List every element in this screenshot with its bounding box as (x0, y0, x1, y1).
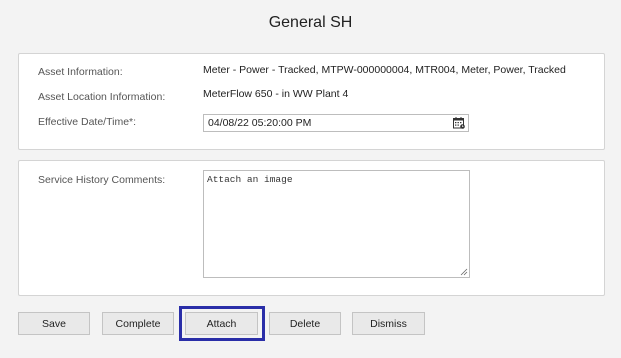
effective-date-input[interactable] (208, 116, 438, 130)
asset-info-panel: Asset Information: Meter - Power - Track… (18, 53, 605, 150)
service-history-comments-input[interactable]: Attach an image (207, 174, 462, 270)
dismiss-button[interactable]: Dismiss (352, 312, 425, 335)
complete-button[interactable]: Complete (102, 312, 174, 335)
asset-information-value: Meter - Power - Tracked, MTPW-000000004,… (203, 64, 566, 76)
attach-button-highlight (179, 306, 265, 341)
effective-date-label: Effective Date/Time*: (38, 116, 137, 128)
save-button[interactable]: Save (18, 312, 90, 335)
asset-location-label: Asset Location Information: (38, 91, 166, 103)
service-history-comments-label: Service History Comments: (38, 174, 166, 186)
effective-date-field[interactable] (203, 114, 469, 132)
page-title: General SH (268, 14, 353, 31)
resize-grip-icon[interactable] (460, 268, 468, 276)
asset-location-value: MeterFlow 650 - in WW Plant 4 (203, 88, 349, 100)
calendar-icon[interactable] (453, 117, 465, 129)
asset-information-label: Asset Information: (38, 66, 123, 78)
delete-button[interactable]: Delete (269, 312, 341, 335)
service-history-comments-field[interactable]: Attach an image (203, 170, 470, 278)
service-history-panel: Service History Comments: Attach an imag… (18, 160, 605, 296)
